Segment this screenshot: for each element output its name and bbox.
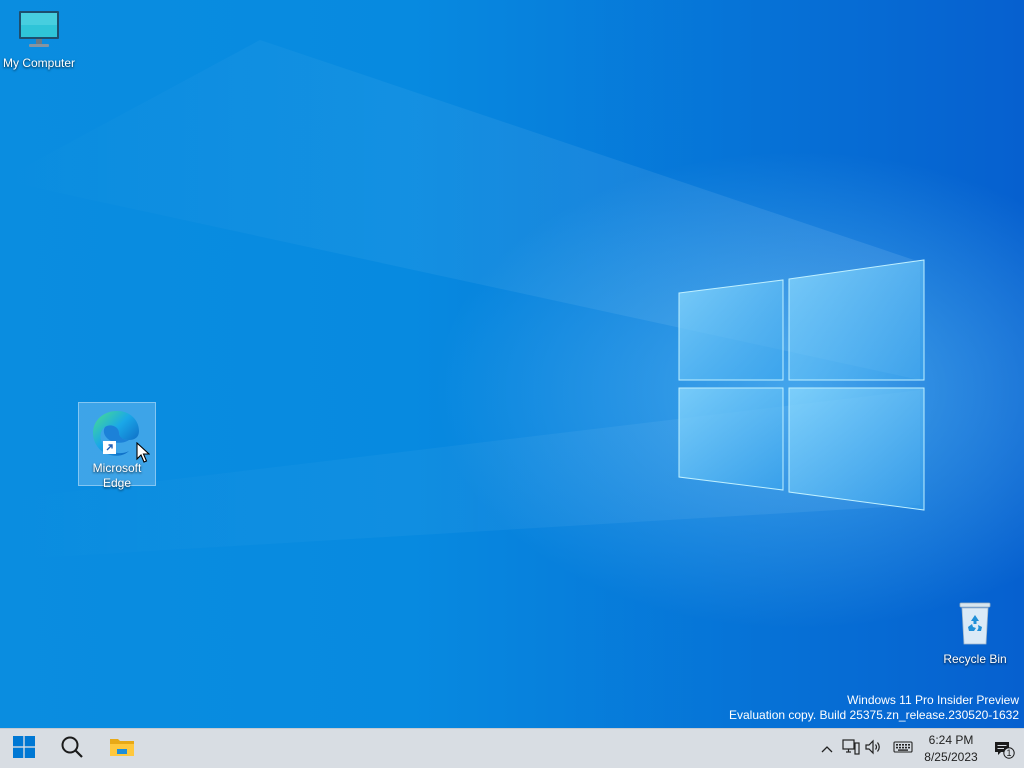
chevron-up-icon: [821, 740, 833, 758]
evaluation-watermark: Windows 11 Pro Insider Preview Evaluatio…: [729, 693, 1019, 723]
desktop-icon-label: Recycle Bin: [943, 652, 1007, 666]
notification-center-button[interactable]: 1: [988, 729, 1020, 769]
clock-button[interactable]: 6:24 PM 8/25/2023: [920, 732, 982, 766]
recycle-bin-icon: [955, 600, 995, 650]
windows-wallpaper-logo: [678, 259, 925, 511]
wallpaper: [0, 40, 925, 560]
windows-logo-icon: [13, 735, 35, 763]
network-icon: [842, 738, 860, 760]
mouse-cursor-icon: [136, 441, 151, 469]
monitor-icon: [17, 8, 61, 54]
volume-icon: [864, 739, 882, 760]
network-button[interactable]: [840, 729, 862, 769]
clock-date: 8/25/2023: [924, 750, 978, 764]
watermark-edition: Windows 11 Pro Insider Preview: [847, 693, 1019, 707]
notification-icon: 1: [993, 739, 1015, 759]
volume-button[interactable]: [862, 729, 884, 769]
file-explorer-icon: [109, 736, 135, 763]
desktop[interactable]: My Computer Microsoft Edge Recycle Bin W…: [0, 0, 1024, 728]
search-button[interactable]: [48, 729, 96, 769]
input-indicator-button[interactable]: [890, 729, 916, 769]
desktop-icon-recycle-bin[interactable]: Recycle Bin: [936, 600, 1014, 667]
taskbar: 6:24 PM 8/25/2023 1: [0, 728, 1024, 768]
search-icon: [60, 735, 84, 764]
shortcut-arrow-icon: [103, 441, 116, 454]
start-button[interactable]: [0, 729, 48, 769]
keyboard-icon: [893, 740, 913, 759]
show-hidden-icons-button[interactable]: [816, 729, 838, 769]
notification-count-badge: 1: [1006, 747, 1012, 758]
watermark-build: Evaluation copy. Build 25375.zn_release.…: [729, 708, 1019, 722]
desktop-icon-my-computer[interactable]: My Computer: [0, 8, 78, 71]
file-explorer-button[interactable]: [98, 729, 146, 769]
desktop-icon-label: My Computer: [2, 56, 76, 70]
clock-time: 6:24 PM: [928, 733, 974, 747]
